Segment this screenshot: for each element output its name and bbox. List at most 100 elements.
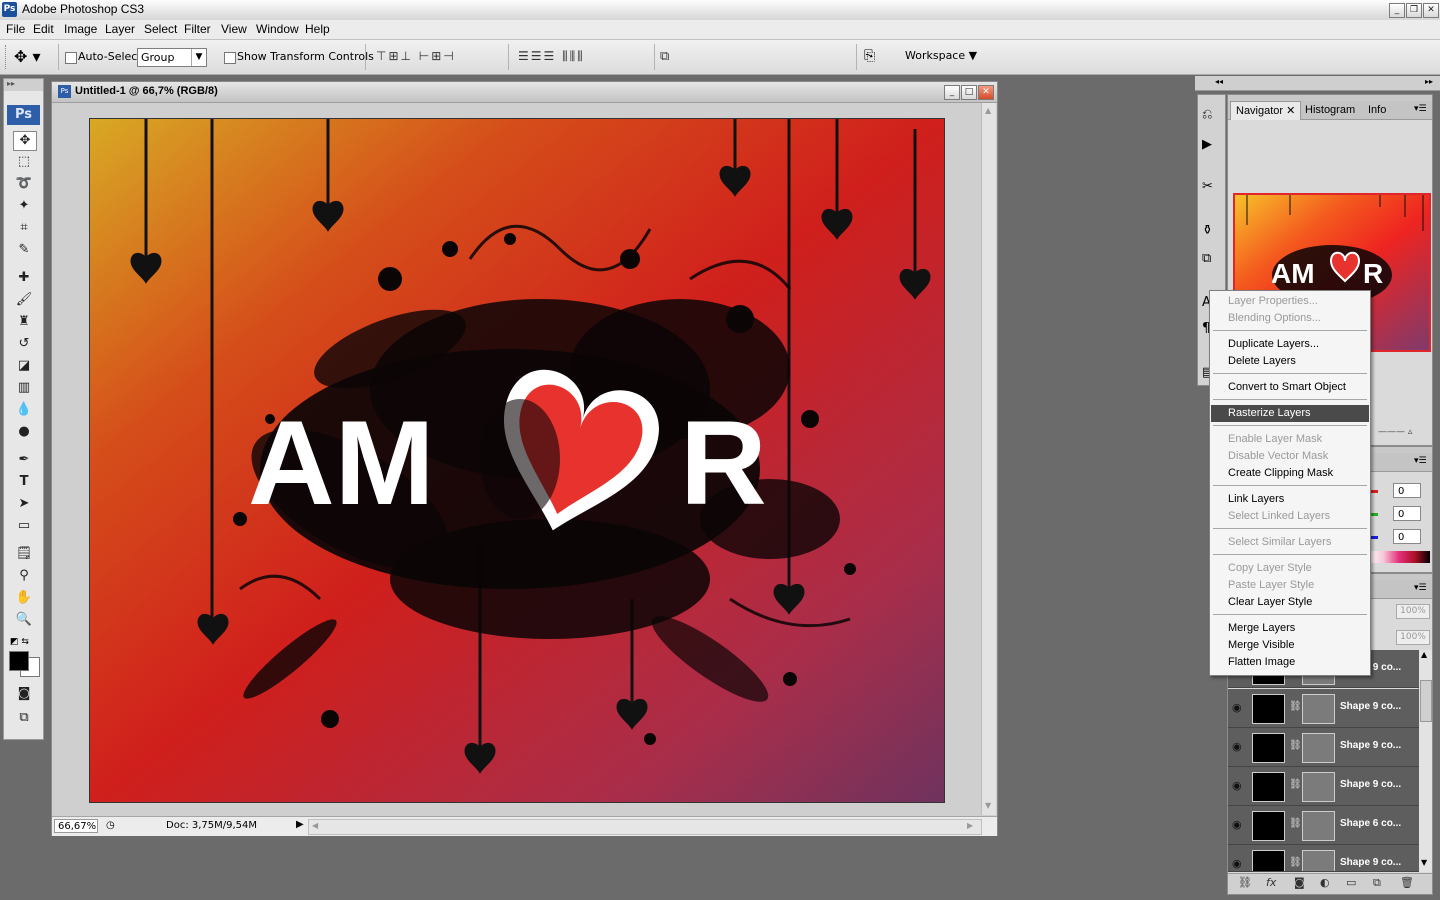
close-icon[interactable]: ✕ xyxy=(1286,105,1295,117)
scroll-up-icon[interactable]: ▲ xyxy=(1421,650,1427,659)
menu-edit[interactable]: Edit xyxy=(33,22,54,36)
artwork-canvas[interactable]: AM R xyxy=(89,118,945,803)
red-value-input[interactable]: 0 xyxy=(1393,483,1421,498)
menu-item-duplicate-layers[interactable]: Duplicate Layers... xyxy=(1211,336,1369,353)
type-tool-icon[interactable]: T xyxy=(13,473,35,491)
dodge-tool-icon[interactable]: ● xyxy=(13,423,35,441)
menu-item-link-layers[interactable]: Link Layers xyxy=(1211,491,1369,508)
eye-icon[interactable]: ◉ xyxy=(1232,857,1246,870)
menu-item-convert-smart-object[interactable]: Convert to Smart Object xyxy=(1211,379,1369,396)
panel-menu-icon[interactable]: ▾☰ xyxy=(1414,104,1427,114)
eye-icon[interactable]: ◉ xyxy=(1232,818,1246,831)
dock-header[interactable]: ◂◂ ▸▸ xyxy=(1195,76,1440,91)
path-selection-tool-icon[interactable]: ➤ xyxy=(13,495,35,513)
menu-image[interactable]: Image xyxy=(64,22,97,36)
ps-logo[interactable]: Ps xyxy=(7,105,40,125)
hand-tool-icon[interactable]: ✋ xyxy=(13,589,35,607)
menu-window[interactable]: Window xyxy=(256,22,299,36)
options-grip[interactable] xyxy=(5,45,9,69)
vertical-scrollbar[interactable]: ▲ ▼ xyxy=(981,103,996,815)
layer-row[interactable]: ◉ ⛓ Shape 9 co... xyxy=(1228,767,1419,806)
zoom-level-field[interactable]: 66,67% xyxy=(54,819,98,833)
foreground-color-swatch[interactable] xyxy=(9,651,29,671)
history-panel-icon[interactable]: ⎌ xyxy=(1202,107,1220,125)
menu-item-rasterize-layers[interactable]: Rasterize Layers xyxy=(1211,405,1369,422)
gradient-tool-icon[interactable]: ▥ xyxy=(13,379,35,397)
scroll-down-icon[interactable]: ▼ xyxy=(985,801,991,810)
crop-tool-icon[interactable]: ⌗ xyxy=(13,219,35,237)
minimize-button[interactable]: _ xyxy=(1389,3,1405,18)
menu-select[interactable]: Select xyxy=(144,22,177,36)
move-tool-preset-icon[interactable]: ✥ ▾ xyxy=(14,46,54,68)
menu-file[interactable]: File xyxy=(6,22,25,36)
slice-tool-icon[interactable]: ✎ xyxy=(13,241,35,259)
new-group-icon[interactable]: ▭ xyxy=(1346,876,1356,889)
blue-value-input[interactable]: 0 xyxy=(1393,529,1421,544)
zoom-tool-icon[interactable]: 🔍 xyxy=(13,611,35,629)
brushes-panel-icon[interactable]: ⚱ xyxy=(1202,223,1220,241)
layer-row[interactable]: ◉ ⛓ Shape 9 co... xyxy=(1228,845,1419,872)
show-transform-checkbox[interactable] xyxy=(224,52,236,64)
auto-select-dropdown[interactable]: Group ▼ xyxy=(137,48,207,67)
workspace-menu[interactable]: Workspace ▼ xyxy=(905,49,977,62)
tab-histogram[interactable]: Histogram xyxy=(1300,101,1360,119)
close-button[interactable]: ✕ xyxy=(1423,3,1439,18)
brush-tool-icon[interactable]: 🖌 xyxy=(13,291,35,309)
notes-tool-icon[interactable]: 🗒 xyxy=(13,545,35,563)
scroll-up-icon[interactable]: ▲ xyxy=(985,106,991,115)
layer-row[interactable]: ◉ ⛓ Shape 9 co... xyxy=(1228,728,1419,767)
layer-style-icon[interactable]: fx xyxy=(1266,876,1276,889)
doc-close-button[interactable]: ✕ xyxy=(978,85,994,100)
chain-link-icon[interactable]: ⛓ xyxy=(1289,701,1302,712)
green-value-input[interactable]: 0 xyxy=(1393,506,1421,521)
menu-view[interactable]: View xyxy=(221,22,247,36)
menu-help[interactable]: Help xyxy=(305,22,330,36)
lasso-tool-icon[interactable]: ➰ xyxy=(13,175,35,193)
eye-icon[interactable]: ◉ xyxy=(1232,701,1246,714)
link-layers-icon[interactable]: ⛓ xyxy=(1238,876,1252,889)
healing-brush-tool-icon[interactable]: ✚ xyxy=(13,269,35,287)
auto-align-icon[interactable]: ⧉ xyxy=(660,49,669,64)
navigator-zoom-slider[interactable]: ——— ▵ xyxy=(1378,427,1428,439)
tab-navigator[interactable]: Navigator ✕ xyxy=(1230,101,1302,120)
status-menu-arrow-icon[interactable]: ▶ xyxy=(296,819,304,830)
align-buttons-icon[interactable]: ⊤⊞⊥ ⊢⊞⊣ xyxy=(376,49,456,63)
marquee-tool-icon[interactable]: ⬚ xyxy=(13,153,35,171)
move-tool-icon[interactable]: ✥ xyxy=(13,131,37,151)
collapse-icon[interactable]: ◂◂ xyxy=(1215,77,1223,86)
chain-link-icon[interactable]: ⛓ xyxy=(1289,857,1302,868)
menu-item-clear-layer-style[interactable]: Clear Layer Style xyxy=(1211,594,1369,611)
scroll-thumb[interactable] xyxy=(1420,680,1432,722)
horizontal-scrollbar[interactable]: ◀ ▶ xyxy=(308,819,982,835)
menu-item-delete-layers[interactable]: Delete Layers xyxy=(1211,353,1369,370)
clone-source-icon[interactable]: ⧉ xyxy=(1202,251,1220,269)
shape-tool-icon[interactable]: ▭ xyxy=(13,517,35,535)
history-brush-tool-icon[interactable]: ↺ xyxy=(13,335,35,353)
restore-button[interactable]: ❐ xyxy=(1406,3,1422,18)
actions-panel-icon[interactable]: ▶ xyxy=(1202,137,1220,155)
default-colors-icon[interactable]: ◩ ⇆ xyxy=(10,637,29,647)
panel-menu-icon[interactable]: ▾☰ xyxy=(1414,456,1427,466)
auto-select-checkbox[interactable] xyxy=(65,52,77,64)
screen-mode-icon[interactable]: ⧉ xyxy=(13,709,35,727)
add-mask-icon[interactable]: ◙ xyxy=(1294,876,1305,889)
pen-tool-icon[interactable]: ✒ xyxy=(13,451,35,469)
adjustment-layer-icon[interactable]: ◐ xyxy=(1320,876,1330,889)
eye-icon[interactable]: ◉ xyxy=(1232,740,1246,753)
bridge-icon[interactable]: ⎘ xyxy=(864,48,886,66)
delete-layer-icon[interactable]: 🗑 xyxy=(1400,876,1414,889)
scroll-right-icon[interactable]: ▶ xyxy=(967,821,973,830)
new-layer-icon[interactable]: ⧉ xyxy=(1373,876,1381,890)
status-info-icon[interactable]: ◷ xyxy=(106,820,115,831)
menu-item-merge-layers[interactable]: Merge Layers xyxy=(1211,620,1369,637)
chain-link-icon[interactable]: ⛓ xyxy=(1289,779,1302,790)
layer-row[interactable]: ◉ ⛓ Shape 9 co... xyxy=(1228,689,1419,728)
distribute-buttons-icon[interactable]: ☰☰☰ ⫼⫼⫼ xyxy=(518,49,585,64)
fill-field[interactable]: 100% xyxy=(1396,630,1430,645)
expand-icon[interactable]: ▸▸ xyxy=(1425,77,1433,86)
eraser-tool-icon[interactable]: ◪ xyxy=(13,357,35,375)
opacity-field[interactable]: 100% xyxy=(1396,604,1430,619)
scroll-left-icon[interactable]: ◀ xyxy=(312,821,318,830)
menu-filter[interactable]: Filter xyxy=(184,22,211,36)
color-ramp[interactable] xyxy=(1368,551,1430,563)
